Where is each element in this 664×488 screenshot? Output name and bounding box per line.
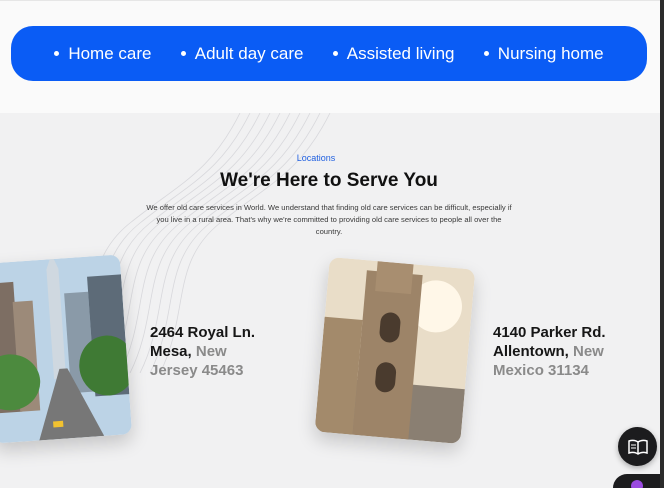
address-city-line: Allentown, New [493, 342, 633, 361]
service-nursing-home[interactable]: Nursing home [483, 43, 604, 64]
reader-mode-button[interactable] [618, 427, 657, 466]
location-address-2: 4140 Parker Rd. Allentown, New Mexico 31… [493, 323, 633, 380]
address-street: 2464 Royal Ln. [150, 324, 256, 341]
address-city: Allentown, [493, 343, 569, 360]
address-state: New [195, 343, 227, 360]
service-label: Adult day care [194, 43, 304, 63]
services-nav: Home care Adult day care Assisted living… [11, 26, 647, 81]
service-adult-day-care[interactable]: Adult day care [180, 43, 304, 64]
book-open-icon [627, 439, 648, 455]
services-band: Home care Adult day care Assisted living… [0, 0, 664, 113]
address-state-zip: Mexico 31134 [493, 362, 589, 379]
chat-widget-button[interactable] [613, 474, 664, 488]
address-city-line: Mesa, New [150, 342, 280, 361]
section-eyebrow: Locations [296, 153, 336, 163]
cathedral-tower-photo [314, 256, 476, 445]
address-city: Mesa, [150, 343, 192, 360]
locations-section: Locations We're Here to Serve You We off… [0, 113, 664, 488]
service-home-care[interactable]: Home care [54, 44, 151, 64]
section-title: We're Here to Serve You [220, 170, 438, 191]
service-label: Home care [68, 43, 152, 63]
service-label: Nursing home [497, 43, 604, 63]
address-street: 4140 Parker Rd. [493, 324, 606, 341]
chat-avatar-icon [631, 480, 643, 488]
bullet-icon [332, 51, 338, 56]
location-address-1: 2464 Royal Ln. Mesa, New Jersey 45463 [150, 323, 280, 380]
bullet-icon [483, 51, 489, 56]
address-state: New [573, 343, 604, 360]
section-description: We offer old care services in World. We … [146, 203, 512, 236]
bullet-icon [54, 51, 60, 56]
bullet-icon [180, 51, 186, 56]
window-edge [660, 0, 664, 488]
address-state-zip: Jersey 45463 [150, 362, 244, 379]
service-label: Assisted living [346, 43, 455, 63]
city-street-photo [0, 254, 133, 444]
service-assisted-living[interactable]: Assisted living [332, 43, 455, 64]
